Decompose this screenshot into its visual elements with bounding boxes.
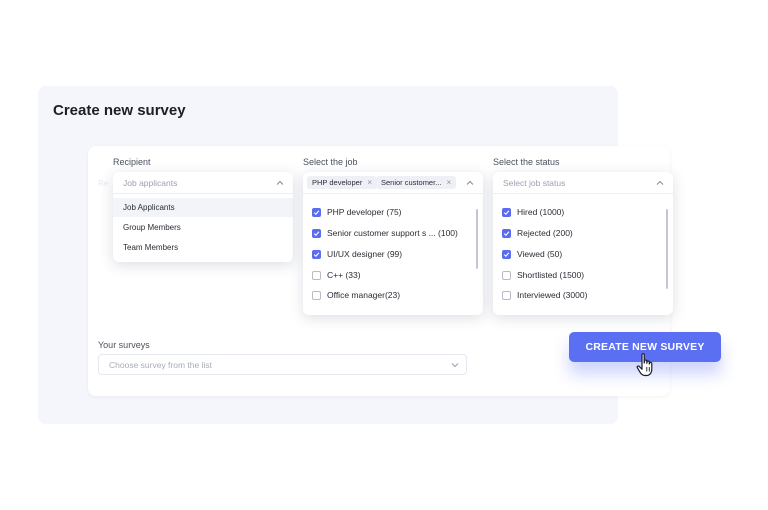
chevron-down-icon[interactable] [450,360,460,370]
checkbox-label: Hired (1000) [517,207,565,217]
recipient-option[interactable]: Team Members [113,238,293,257]
checkbox-label: Rejected (200) [517,228,573,238]
job-checkbox-item[interactable]: PHP developer (75) [312,207,402,217]
check-icon [503,251,510,257]
recipient-label: Recipient [113,157,151,167]
close-icon[interactable]: × [367,178,372,187]
job-chip[interactable]: PHP developer × [307,176,377,189]
job-label: Select the job [303,157,358,167]
status-select[interactable]: Select job status [493,172,673,194]
checkbox-label: UI/UX designer (99) [327,249,403,259]
scrollbar[interactable] [476,209,478,269]
survey-placeholder: Choose survey from the list [109,359,212,370]
ghost-text: Re [98,179,109,188]
check-icon [503,230,510,236]
job-chip[interactable]: Senior customer... × [376,176,457,189]
status-checkbox-item[interactable]: Hired (1000) [502,207,564,217]
status-placeholder: Select job status [503,177,566,188]
job-checkbox-item[interactable]: C++ (33) [312,270,361,280]
job-checkbox-item[interactable]: Office manager(23) [312,290,400,300]
recipient-option[interactable]: Job Applicants [113,198,293,217]
job-checkbox-item[interactable]: UI/UX designer (99) [312,249,402,259]
checkbox[interactable] [502,207,511,217]
check-icon [503,209,510,215]
checkbox[interactable] [502,270,511,280]
checkbox-label: Viewed (50) [517,249,563,259]
job-chip-label: PHP developer [312,178,363,187]
hand-pointer-icon [636,353,653,377]
chevron-up-icon[interactable] [465,178,475,188]
surveys-label: Your surveys [98,340,150,350]
checkbox-label: Shortlisted (1500) [517,270,585,280]
checkbox-label: PHP developer (75) [327,207,402,217]
checkbox[interactable] [312,249,321,259]
checkbox[interactable] [502,228,511,238]
job-checkbox-item[interactable]: Senior customer support s ... (100) [312,228,458,238]
checkbox[interactable] [502,290,511,300]
status-checkbox-item[interactable]: Rejected (200) [502,228,573,238]
checkbox[interactable] [312,228,321,238]
status-checkbox-item[interactable]: Interviewed (3000) [502,290,587,300]
check-icon [313,251,320,257]
checkbox[interactable] [312,290,321,300]
recipient-select[interactable]: Job applicants [113,172,293,194]
checkbox[interactable] [502,249,511,259]
chevron-up-icon[interactable] [655,178,665,188]
close-icon[interactable]: × [446,178,451,187]
survey-select[interactable]: Choose survey from the list [98,354,467,375]
recipient-placeholder: Job applicants [123,177,178,188]
recipient-option[interactable]: Group Members [113,218,293,237]
status-checkbox-item[interactable]: Viewed (50) [502,249,562,259]
status-label: Select the status [493,157,560,167]
checkbox-label: Interviewed (3000) [517,290,588,300]
checkbox-label: Senior customer support s ... (100) [327,228,458,238]
check-icon [313,230,320,236]
check-icon [313,209,320,215]
page-title: Create new survey [53,102,186,119]
job-chip-label: Senior customer... [381,178,442,187]
job-dropdown[interactable]: PHP developer × Senior customer... × PHP d… [303,172,483,315]
checkbox-label: C++ (33) [327,270,361,280]
checkbox-label: Office manager(23) [327,290,401,300]
status-dropdown[interactable]: Select job status Hired (1000) Rejected … [493,172,673,315]
checkbox[interactable] [312,207,321,217]
scrollbar[interactable] [666,209,668,289]
checkbox[interactable] [312,270,321,280]
chevron-up-icon[interactable] [275,178,285,188]
status-checkbox-item[interactable]: Shortlisted (1500) [502,270,584,280]
recipient-dropdown[interactable]: Job applicants Job Applicants Group Memb… [113,172,293,262]
